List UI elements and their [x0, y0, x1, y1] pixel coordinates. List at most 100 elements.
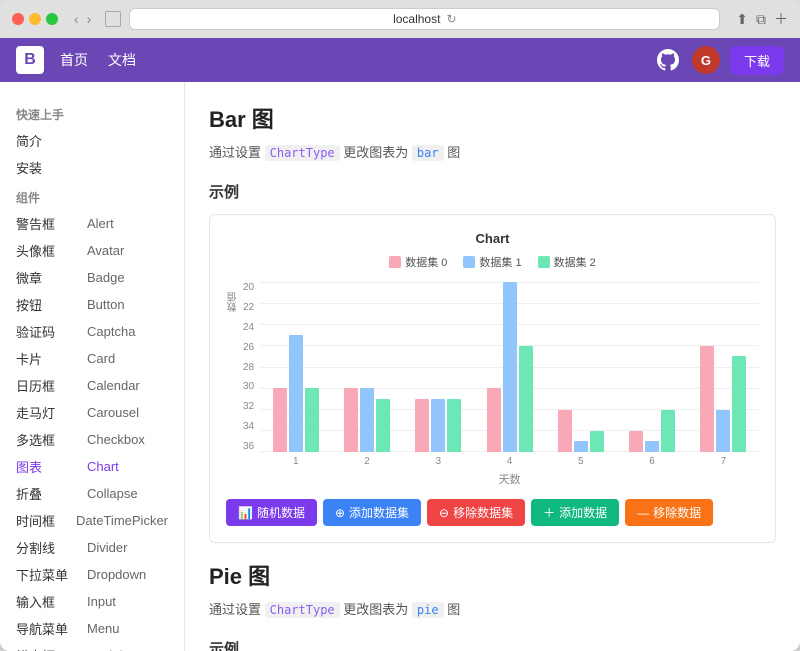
remove-data-label: 移除数据	[653, 504, 701, 521]
sidebar-item-menu[interactable]: 导航菜单 Menu	[0, 615, 184, 642]
chart-legend: 数据集 0 数据集 1 数据集 2	[226, 254, 759, 270]
refresh-icon[interactable]: ↻	[446, 12, 456, 26]
nav-home[interactable]: 首页	[60, 50, 88, 70]
page-title-bar: Bar 图	[209, 102, 776, 134]
sidebar-item-collapse[interactable]: 折叠 Collapse	[0, 480, 184, 507]
bar-0-2	[305, 388, 319, 452]
y-label-32: 32	[243, 401, 254, 412]
plus-icon[interactable]: ＋	[774, 9, 788, 29]
sidebar-item-input[interactable]: 输入框 Input	[0, 588, 184, 615]
sidebar-label-card-zh: 卡片	[16, 349, 71, 368]
pie-section: Pie 图 通过设置 ChartType 更改图表为 pie 图 示例	[209, 559, 776, 651]
new-tab-icon[interactable]: ⧉	[756, 9, 766, 29]
sidebar-item-alert[interactable]: 警告框 Alert	[0, 210, 184, 237]
github-icon[interactable]	[654, 46, 682, 74]
bar-group-1	[344, 388, 390, 452]
sidebar-label-card-en: Card	[87, 351, 115, 366]
chart-plot: 1234567 天数	[260, 282, 759, 487]
gitee-icon[interactable]: G	[692, 46, 720, 74]
sidebar-item-badge[interactable]: 微章 Badge	[0, 264, 184, 291]
sidebar-item-dropdown[interactable]: 下拉菜单 Dropdown	[0, 561, 184, 588]
app-nav: B 首页 文档 G 下载	[0, 38, 800, 82]
remove-dataset-icon: ⊖	[439, 506, 449, 520]
add-data-label: 添加数据	[559, 504, 607, 521]
remove-data-icon: —	[637, 506, 649, 520]
sidebar-item-intro[interactable]: 简介	[0, 127, 184, 154]
sidebar-item-datetimepicker[interactable]: 时间框 DateTimePicker	[0, 507, 184, 534]
random-data-button[interactable]: 📊 随机数据	[226, 499, 317, 526]
y-label-28: 28	[243, 362, 254, 373]
legend-dot-2	[538, 256, 550, 268]
bar-6-2	[732, 356, 746, 452]
sidebar-label-avatar-en: Avatar	[87, 243, 124, 258]
bar-chart-title: Chart	[226, 231, 759, 246]
bar-0-0	[273, 388, 287, 452]
bar-group-0	[273, 335, 319, 452]
x-axis-label: 天数	[260, 471, 759, 487]
bar-0-1	[289, 335, 303, 452]
y-label-36: 36	[243, 441, 254, 452]
bar-chart-icon: 📊	[238, 506, 253, 520]
sidebar-item-install[interactable]: 安装	[0, 154, 184, 181]
sidebar-item-divider[interactable]: 分割线 Divider	[0, 534, 184, 561]
legend-item-2: 数据集 2	[538, 254, 596, 270]
url-bar[interactable]: localhost ↻	[129, 8, 720, 30]
sidebar-item-captcha[interactable]: 验证码 Captcha	[0, 318, 184, 345]
sidebar-item-modal[interactable]: 模态框 Modal	[0, 642, 184, 651]
main-content: Bar 图 通过设置 ChartType 更改图表为 bar 图 示例 Char…	[185, 82, 800, 651]
sidebar-item-calendar[interactable]: 日历框 Calendar	[0, 372, 184, 399]
bar-section-label: 示例	[209, 177, 776, 202]
bar-group-2	[415, 399, 461, 452]
bar-description: 通过设置 ChartType 更改图表为 bar 图	[209, 142, 776, 161]
remove-dataset-button[interactable]: ⊖ 移除数据集	[427, 499, 525, 526]
y-label-34: 34	[243, 421, 254, 432]
add-dataset-button[interactable]: ⊕ 添加数据集	[323, 499, 421, 526]
pie-section-label: 示例	[209, 634, 776, 651]
sidebar-item-card[interactable]: 卡片 Card	[0, 345, 184, 372]
download-button[interactable]: 下载	[730, 46, 784, 75]
close-button[interactable]	[12, 13, 24, 25]
chart-bars-area	[260, 282, 759, 452]
sidebar-item-chart[interactable]: 图表 Chart	[0, 453, 184, 480]
bar-5-2	[661, 410, 675, 453]
minimize-button[interactable]	[29, 13, 41, 25]
random-data-label: 随机数据	[257, 504, 305, 521]
add-data-button[interactable]: ＋ 添加数据	[531, 499, 619, 526]
x-label-0: 1	[293, 456, 299, 467]
sidebar-label-checkbox-zh: 多选框	[16, 430, 71, 449]
bar-1-0	[344, 388, 358, 452]
y-axis: 36 34 32 30 28 26 24 22 20	[243, 282, 260, 452]
nav-right: G 下载	[654, 46, 784, 75]
bar-3-0	[487, 388, 501, 452]
bar-4-2	[590, 431, 604, 452]
sidebar-label-install-zh: 安装	[16, 158, 71, 177]
legend-dot-1	[463, 256, 475, 268]
bar-group-4	[558, 410, 604, 453]
sidebar-item-carousel[interactable]: 走马灯 Carousel	[0, 399, 184, 426]
y-label-20: 20	[243, 282, 254, 293]
maximize-button[interactable]	[46, 13, 58, 25]
sidebar-label-divider-zh: 分割线	[16, 538, 71, 557]
remove-data-button[interactable]: — 移除数据	[625, 499, 713, 526]
legend-label-2: 数据集 2	[554, 254, 596, 270]
x-axis: 1234567	[260, 456, 759, 467]
chart-buttons: 📊 随机数据 ⊕ 添加数据集 ⊖ 移除数据集 ＋ 添加数据	[226, 499, 759, 526]
sidebar-item-avatar[interactable]: 头像框 Avatar	[0, 237, 184, 264]
add-dataset-label: 添加数据集	[349, 504, 409, 521]
bar-group-6	[700, 346, 746, 452]
sidebar-label-alert-en: Alert	[87, 216, 114, 231]
remove-dataset-label: 移除数据集	[453, 504, 513, 521]
share-icon[interactable]: ⬆	[736, 9, 748, 29]
y-label-30: 30	[243, 381, 254, 392]
nav-docs[interactable]: 文档	[108, 50, 136, 70]
sidebar-item-checkbox[interactable]: 多选框 Checkbox	[0, 426, 184, 453]
y-label-26: 26	[243, 342, 254, 353]
sidebar-label-dropdown-en: Dropdown	[87, 567, 146, 582]
y-axis-title: 数值	[226, 292, 241, 312]
sidebar-label-captcha-zh: 验证码	[16, 322, 71, 341]
forward-button[interactable]: ›	[85, 11, 94, 27]
bar-group-5	[629, 410, 675, 453]
sidebar-item-button[interactable]: 按钮 Button	[0, 291, 184, 318]
back-button[interactable]: ‹	[72, 11, 81, 27]
sidebar-label-button-en: Button	[87, 297, 125, 312]
